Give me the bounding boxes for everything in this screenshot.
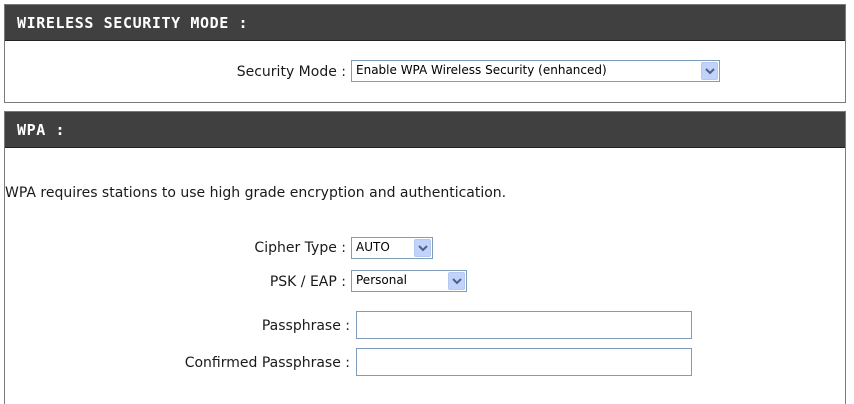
wpa-title: WPA :: [17, 121, 66, 139]
wpa-panel: WPA : WPA requires stations to use high …: [4, 111, 846, 404]
passphrase-label: Passphrase :: [261, 318, 350, 334]
psk-eap-select[interactable]: Personal: [351, 270, 467, 292]
wireless-security-mode-title: WIRELESS SECURITY MODE :: [17, 14, 249, 32]
psk-eap-label: PSK / EAP :: [269, 274, 346, 290]
chevron-down-icon[interactable]: [701, 62, 718, 80]
cipher-type-label: Cipher Type :: [254, 240, 346, 256]
security-mode-label: Security Mode :: [236, 64, 346, 80]
wpa-header: WPA :: [5, 112, 845, 148]
wpa-description: WPA requires stations to use high grade …: [5, 185, 507, 201]
confirmed-passphrase-label: Confirmed Passphrase :: [184, 355, 350, 371]
security-mode-select[interactable]: Enable WPA Wireless Security (enhanced): [351, 60, 720, 82]
confirmed-passphrase-input[interactable]: [356, 348, 692, 376]
cipher-type-selected-value: AUTO: [356, 240, 390, 254]
psk-eap-selected-value: Personal: [356, 273, 408, 287]
wireless-security-mode-header: WIRELESS SECURITY MODE :: [5, 5, 845, 41]
wireless-security-mode-panel: WIRELESS SECURITY MODE : Security Mode :…: [4, 4, 846, 103]
passphrase-input[interactable]: [356, 311, 692, 339]
chevron-down-icon[interactable]: [448, 272, 465, 290]
chevron-down-icon[interactable]: [414, 239, 431, 257]
security-mode-selected-value: Enable WPA Wireless Security (enhanced): [356, 63, 607, 77]
cipher-type-select[interactable]: AUTO: [351, 237, 433, 259]
